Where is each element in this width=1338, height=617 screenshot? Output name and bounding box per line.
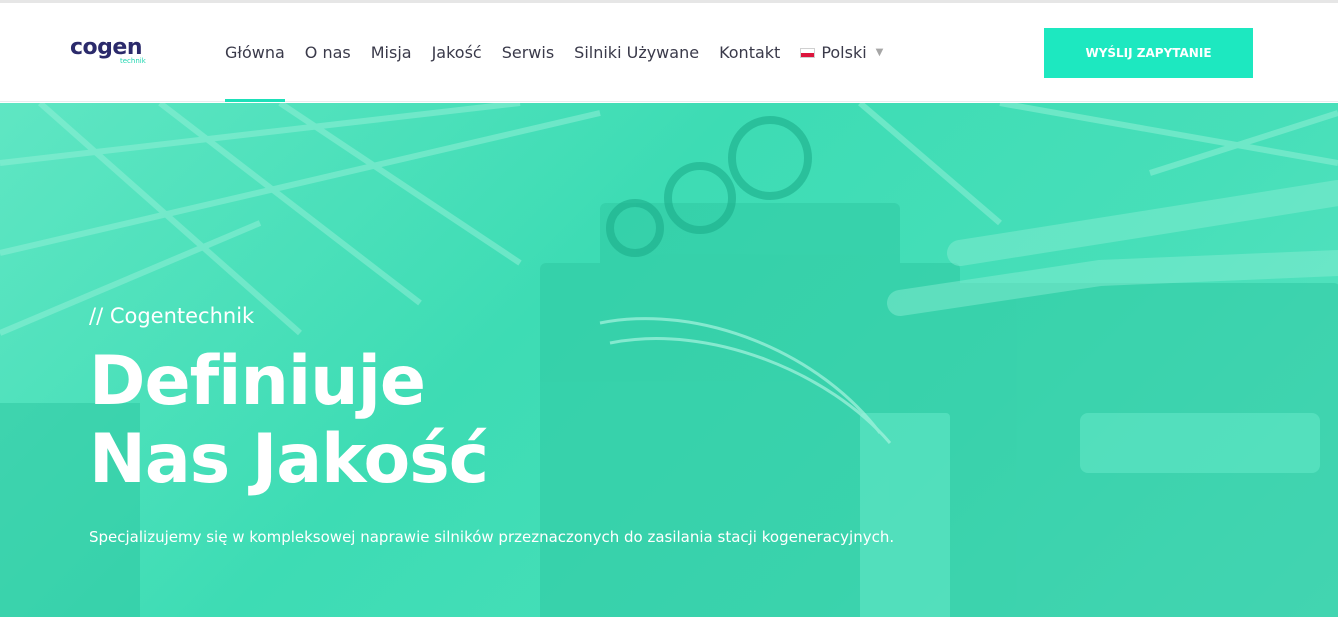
hero-kicker: // Cogentechnik	[89, 304, 255, 328]
language-switcher[interactable]: Polski ▼	[800, 3, 883, 102]
language-label: Polski	[821, 43, 867, 62]
nav-item-kontakt[interactable]: Kontakt	[719, 3, 780, 102]
hero-title: Definiuje Nas Jakość	[89, 343, 689, 499]
send-inquiry-button[interactable]: WYŚLIJ ZAPYTANIE	[1044, 28, 1253, 78]
nav-item-misja[interactable]: Misja	[371, 3, 412, 102]
nav-item-jakosc[interactable]: Jakość	[432, 3, 482, 102]
main-nav: Główna O nas Misja Jakość Serwis Silniki…	[225, 3, 903, 102]
hero-title-line-1: Definiuje	[89, 342, 426, 421]
hero-title-line-2: Nas Jakość	[89, 420, 489, 499]
caret-down-icon: ▼	[875, 47, 884, 58]
site-header: cogen technik Główna O nas Misja Jakość …	[0, 3, 1338, 102]
nav-item-o-nas[interactable]: O nas	[305, 3, 351, 102]
nav-item-serwis[interactable]: Serwis	[502, 3, 554, 102]
nav-item-glowna[interactable]: Główna	[225, 3, 285, 102]
hero-section: // Cogentechnik Definiuje Nas Jakość Spe…	[0, 103, 1338, 617]
logo-subtext: technik	[120, 57, 146, 65]
hero-description: Specjalizujemy się w kompleksowej napraw…	[89, 528, 895, 546]
nav-item-silniki-uzywane[interactable]: Silniki Używane	[574, 3, 699, 102]
logo[interactable]: cogen technik	[70, 35, 160, 71]
flag-poland-icon	[800, 47, 816, 58]
